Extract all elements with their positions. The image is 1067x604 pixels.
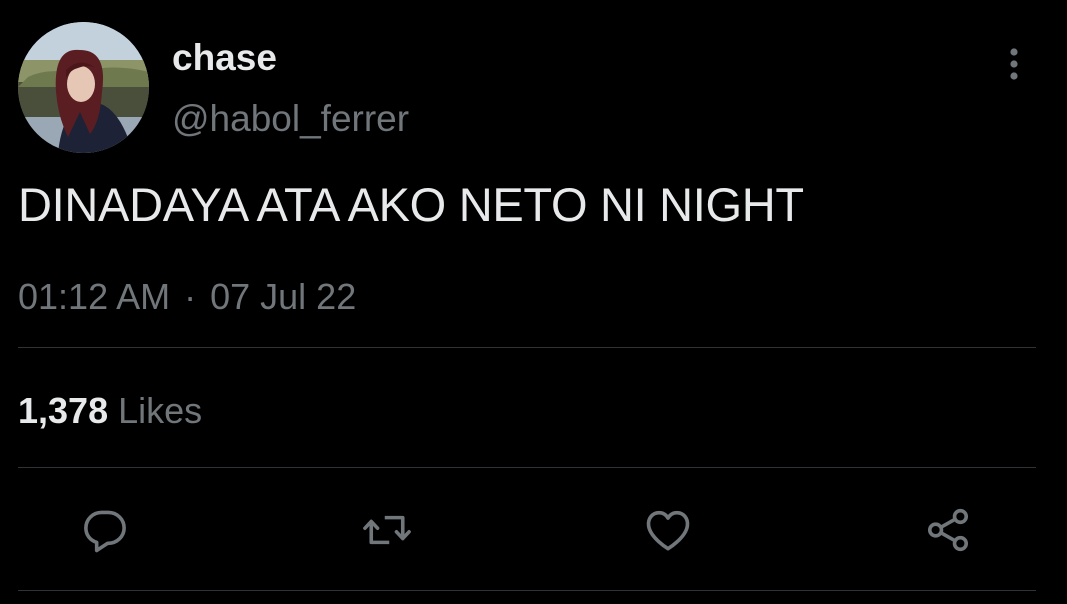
reply-icon: [84, 510, 126, 553]
avatar[interactable]: [18, 22, 149, 153]
display-name[interactable]: chase: [172, 36, 277, 80]
heart-icon: [646, 510, 690, 551]
tweet-date: 07 Jul 22: [210, 276, 357, 317]
retweet-icon: [363, 515, 411, 545]
meta-separator: ·: [184, 276, 197, 317]
likes-label: Likes: [118, 390, 203, 431]
retweet-button[interactable]: [360, 503, 414, 557]
tweet-timestamp[interactable]: 01:12 AM · 07 Jul 22: [18, 275, 356, 319]
divider: [18, 590, 1036, 591]
more-vertical-icon[interactable]: [1000, 44, 1028, 84]
divider: [18, 467, 1036, 468]
share-button[interactable]: [921, 503, 975, 557]
share-icon: [927, 508, 969, 552]
user-handle[interactable]: @habol_ferrer: [172, 97, 409, 141]
tweet-time: 01:12 AM: [18, 276, 171, 317]
likes-count: 1,378: [18, 390, 109, 431]
reply-button[interactable]: [78, 503, 132, 557]
tweet-card: chase @habol_ferrer DINADAYA ATA AKO NET…: [0, 0, 1067, 604]
avatar-image: [18, 22, 149, 153]
like-button[interactable]: [641, 503, 695, 557]
tweet-text: DINADAYA ATA AKO NETO NI NIGHT: [18, 178, 804, 231]
divider: [18, 347, 1036, 348]
likes-stat[interactable]: 1,378 Likes: [18, 389, 202, 433]
